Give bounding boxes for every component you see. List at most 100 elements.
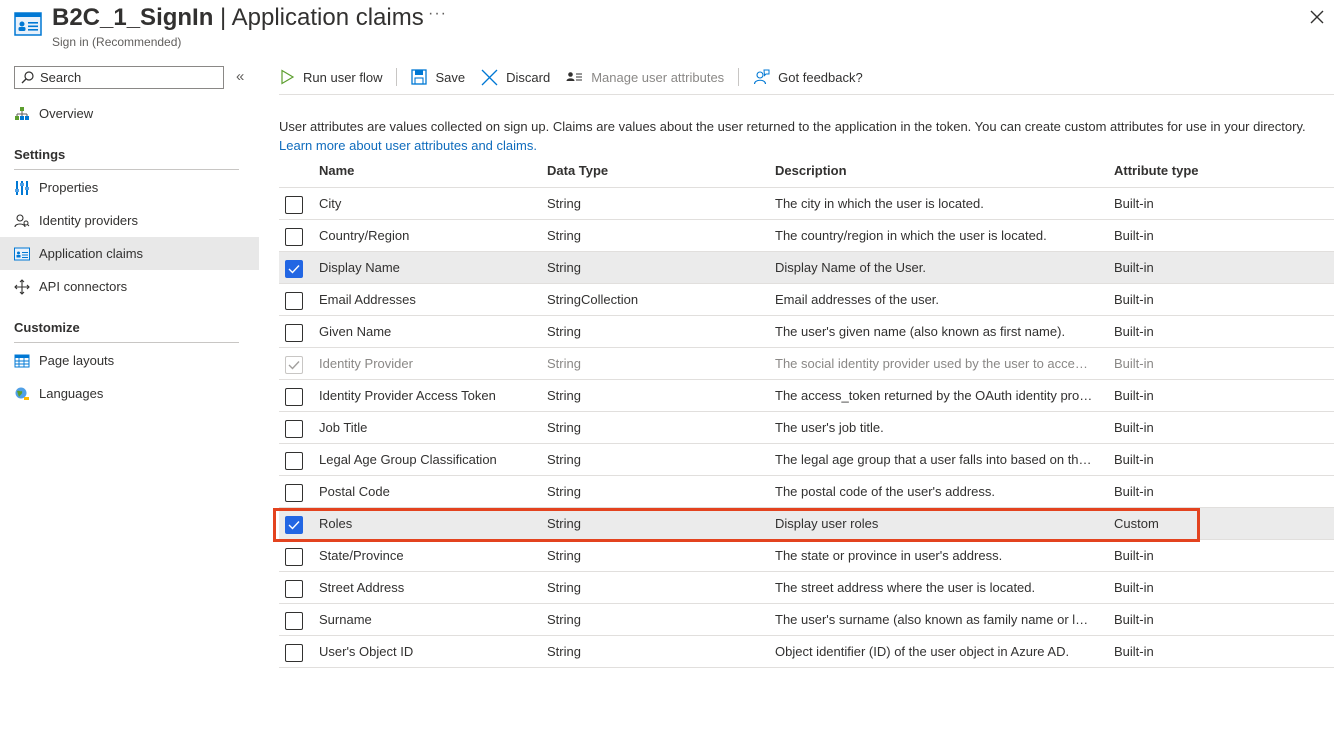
row-checkbox[interactable] xyxy=(285,548,303,566)
table-row[interactable]: City String The city in which the user is … xyxy=(279,188,1334,220)
sidebar-item-label: Identity providers xyxy=(39,213,138,228)
cell-name: Legal Age Group Classification xyxy=(319,452,497,467)
overview-icon xyxy=(14,106,30,122)
cell-description: The user's given name (also known as fir… xyxy=(775,324,1066,339)
cell-name: Identity Provider xyxy=(319,356,413,371)
cell-data-type: String xyxy=(547,612,581,627)
row-checkbox[interactable] xyxy=(285,260,303,278)
cell-description: The state or province in user's address. xyxy=(775,548,1003,563)
table-row[interactable]: Roles String Display user roles Custom xyxy=(279,508,1334,540)
cell-name: State/Province xyxy=(319,548,404,563)
cell-description: The access_token returned by the OAuth i… xyxy=(775,388,1093,403)
collapse-sidebar-button[interactable]: « xyxy=(236,68,244,85)
sidebar-search[interactable] xyxy=(14,66,224,89)
row-checkbox[interactable] xyxy=(285,292,303,310)
feedback-button[interactable]: Got feedback? xyxy=(753,69,863,86)
feedback-icon xyxy=(754,69,770,84)
row-checkbox[interactable] xyxy=(285,516,303,534)
run-user-flow-button[interactable]: Run user flow xyxy=(279,69,382,85)
close-icon[interactable] xyxy=(1308,8,1326,26)
row-checkbox[interactable] xyxy=(285,324,303,342)
row-checkbox[interactable] xyxy=(285,644,303,662)
table-row[interactable]: Identity Provider Access Token String The … xyxy=(279,380,1334,412)
cell-attribute-type: Built-in xyxy=(1114,580,1154,595)
save-button[interactable]: Save xyxy=(411,69,465,85)
sidebar-item-label: Properties xyxy=(39,180,99,195)
blade-header: B2C_1_SignIn | Application claims Sign i… xyxy=(0,0,1342,60)
column-header-description[interactable]: Description xyxy=(775,163,847,178)
cell-attribute-type: Custom xyxy=(1114,516,1159,531)
cell-description: Display Name of the User. xyxy=(775,260,927,275)
sidebar-item-overview[interactable]: Overview xyxy=(0,97,259,130)
cell-name: Roles xyxy=(319,516,353,531)
column-header-data-type[interactable]: Data Type xyxy=(547,163,608,178)
settings-divider xyxy=(14,169,239,170)
learn-more-link[interactable]: Learn more about user attributes and cla… xyxy=(279,138,537,153)
table-row[interactable]: Job Title String The user's job title. Buil… xyxy=(279,412,1334,444)
table-row[interactable]: Given Name String The user's given name (a… xyxy=(279,316,1334,348)
toolbar-divider xyxy=(738,68,740,86)
cell-attribute-type: Built-in xyxy=(1114,644,1154,659)
row-checkbox[interactable] xyxy=(285,580,303,598)
table-row[interactable]: Email Addresses StringCollection Email add… xyxy=(279,284,1334,316)
table-row[interactable]: Postal Code String The postal code of the … xyxy=(279,476,1334,508)
row-checkbox[interactable] xyxy=(285,228,303,246)
checkmark-icon xyxy=(288,361,300,370)
column-header-attribute-type[interactable]: Attribute type xyxy=(1114,163,1199,178)
row-checkbox[interactable] xyxy=(285,388,303,406)
cell-description: The postal code of the user's address. xyxy=(775,484,995,499)
sidebar-item-api-connectors[interactable]: API connectors xyxy=(0,270,259,303)
toolbar-divider xyxy=(396,68,398,86)
cell-data-type: String xyxy=(547,196,581,211)
row-checkbox[interactable] xyxy=(285,196,303,214)
column-header-name[interactable]: Name xyxy=(319,163,354,178)
cell-attribute-type: Built-in xyxy=(1114,452,1154,467)
discard-button[interactable]: Discard xyxy=(481,69,550,86)
sidebar-item-properties[interactable]: Properties xyxy=(0,171,259,204)
sidebar-item-label: Application claims xyxy=(39,246,144,261)
table-row[interactable]: State/Province String The state or provinc… xyxy=(279,540,1334,572)
table-row[interactable]: Surname String The user's surname (also kn… xyxy=(279,604,1334,636)
sidebar-item-page-layouts[interactable]: Page layouts xyxy=(0,344,259,377)
description-text: User attributes are values collected on … xyxy=(279,119,1306,153)
more-options-button[interactable]: ··· xyxy=(428,5,447,23)
cell-data-type: String xyxy=(547,324,581,339)
sidebar-item-languages[interactable]: Languages xyxy=(0,377,259,410)
table-row[interactable]: Identity Provider String The social identi… xyxy=(279,348,1334,380)
cell-data-type: String xyxy=(547,580,581,595)
table-row[interactable]: Legal Age Group Classification String The … xyxy=(279,444,1334,476)
cell-name: Street Address xyxy=(319,580,405,595)
row-checkbox[interactable] xyxy=(285,484,303,502)
cell-attribute-type: Built-in xyxy=(1114,260,1154,275)
sidebar-item-identity-providers[interactable]: Identity providers xyxy=(0,204,259,237)
cell-description: The social identity provider used by the… xyxy=(775,356,1093,371)
sidebar-item-application-claims[interactable]: Application claims xyxy=(0,237,259,270)
page-title: B2C_1_SignIn | Application claims xyxy=(52,4,424,31)
toolbar-divider-line xyxy=(279,94,1334,95)
cell-attribute-type: Built-in xyxy=(1114,484,1154,499)
sidebar-item-label: API connectors xyxy=(39,279,128,294)
cell-name: Job Title xyxy=(319,420,368,435)
search-input[interactable] xyxy=(40,70,210,85)
row-checkbox[interactable] xyxy=(285,420,303,438)
manage-user-attributes-button[interactable]: Manage user attributes xyxy=(566,69,724,85)
command-bar: Run user flow Save Discard Manage user a… xyxy=(279,62,863,92)
checkmark-icon xyxy=(288,265,300,274)
cell-name: Identity Provider Access Token xyxy=(319,388,496,403)
table-row[interactable]: Display Name String Display Name of the Us… xyxy=(279,252,1334,284)
customize-heading: Customize xyxy=(14,320,80,335)
page-subtitle: Sign in (Recommended) xyxy=(52,35,182,49)
cell-data-type: String xyxy=(547,356,581,371)
row-checkbox[interactable] xyxy=(285,612,303,630)
cell-attribute-type: Built-in xyxy=(1114,420,1154,435)
table-row[interactable]: Country/Region String The country/region i… xyxy=(279,220,1334,252)
row-checkbox[interactable] xyxy=(285,452,303,470)
application-claims-blade-icon xyxy=(14,12,42,36)
sidebar-item-label: Languages xyxy=(39,386,104,401)
table-row[interactable]: User's Object ID String Object identifier … xyxy=(279,636,1334,668)
cell-attribute-type: Built-in xyxy=(1114,228,1154,243)
table-row[interactable]: Street Address String The street address w… xyxy=(279,572,1334,604)
cell-attribute-type: Built-in xyxy=(1114,612,1154,627)
claims-table: Name Data Type Description Attribute typ… xyxy=(279,156,1334,668)
cell-name: Display Name xyxy=(319,260,400,275)
